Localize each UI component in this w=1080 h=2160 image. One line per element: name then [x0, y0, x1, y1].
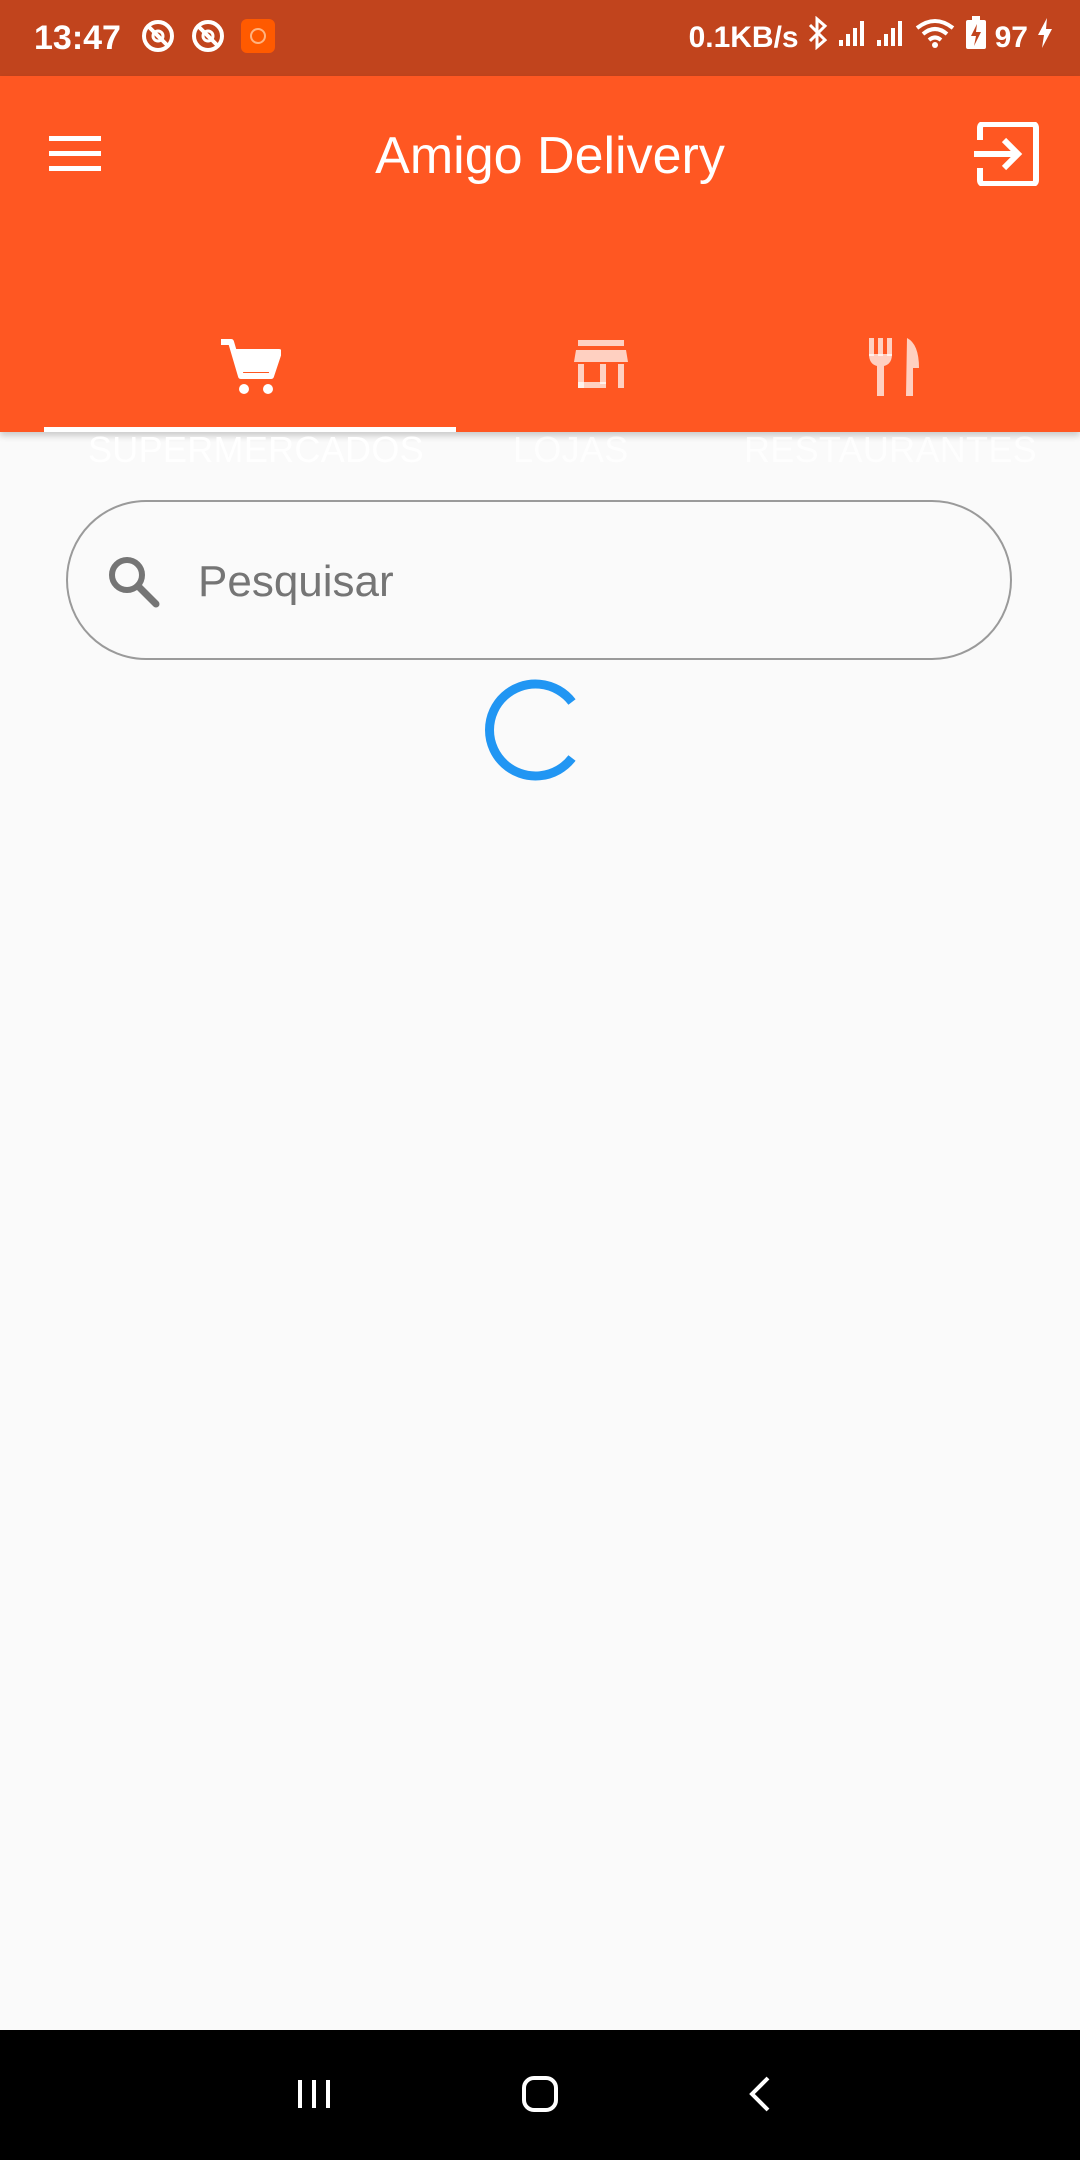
loading-spinner	[484, 678, 588, 782]
battery-icon	[965, 15, 987, 61]
do-not-disturb-icon	[140, 18, 176, 59]
wifi-icon	[913, 17, 957, 60]
app-title: Amigo Delivery	[375, 127, 725, 185]
status-bar: 13:47 0.1KB/s 97	[0, 0, 1080, 76]
recents-button[interactable]	[278, 2060, 350, 2132]
network-speed: 0.1KB/s	[688, 21, 799, 54]
charging-icon	[1036, 17, 1054, 59]
home-button[interactable]	[504, 2060, 576, 2132]
back-icon	[744, 2074, 776, 2119]
search-input[interactable]: Pesquisar	[66, 500, 1012, 660]
cart-icon	[219, 338, 281, 398]
bluetooth-icon	[807, 15, 829, 61]
restaurant-icon	[867, 338, 923, 398]
recents-icon	[294, 2076, 334, 2117]
status-time: 13:47	[34, 19, 121, 57]
search-icon	[106, 554, 162, 610]
tab-restaurantes[interactable]: RESTAURANTES	[744, 256, 1044, 470]
tab-lojas[interactable]: LOJAS	[456, 256, 746, 470]
home-icon	[520, 2074, 560, 2119]
battery-level: 97	[994, 21, 1028, 54]
tab-lojas-label: LOJAS	[513, 429, 629, 470]
tab-restaurantes-label: RESTAURANTES	[744, 429, 1037, 470]
signal-icon	[875, 18, 905, 59]
do-not-disturb-icon	[190, 18, 226, 59]
tab-supermercados-label: SUPERMERCADOS	[88, 429, 424, 470]
back-button[interactable]	[724, 2060, 796, 2132]
tab-supermercados[interactable]: SUPERMERCADOS	[44, 256, 456, 470]
logout-icon	[974, 120, 1042, 191]
category-tabs: SUPERMERCADOS LOJAS RESTAURANTES	[44, 256, 1044, 470]
tab-indicator	[44, 427, 456, 432]
system-nav-bar	[0, 2030, 1080, 2160]
app-bar: Amigo Delivery SUPERMERCADOS LOJAS RESTA…	[0, 76, 1080, 470]
store-icon	[574, 338, 628, 398]
screen: 13:47 0.1KB/s 97 Amigo Delivery SUPERMER…	[0, 0, 1080, 2160]
signal-icon	[837, 18, 867, 59]
search-placeholder: Pesquisar	[198, 557, 394, 606]
status-right: 0.1KB/s 97	[688, 15, 1054, 61]
app-notification-icon	[240, 18, 276, 59]
status-notification-icons	[140, 18, 276, 58]
logout-button[interactable]	[966, 114, 1050, 198]
